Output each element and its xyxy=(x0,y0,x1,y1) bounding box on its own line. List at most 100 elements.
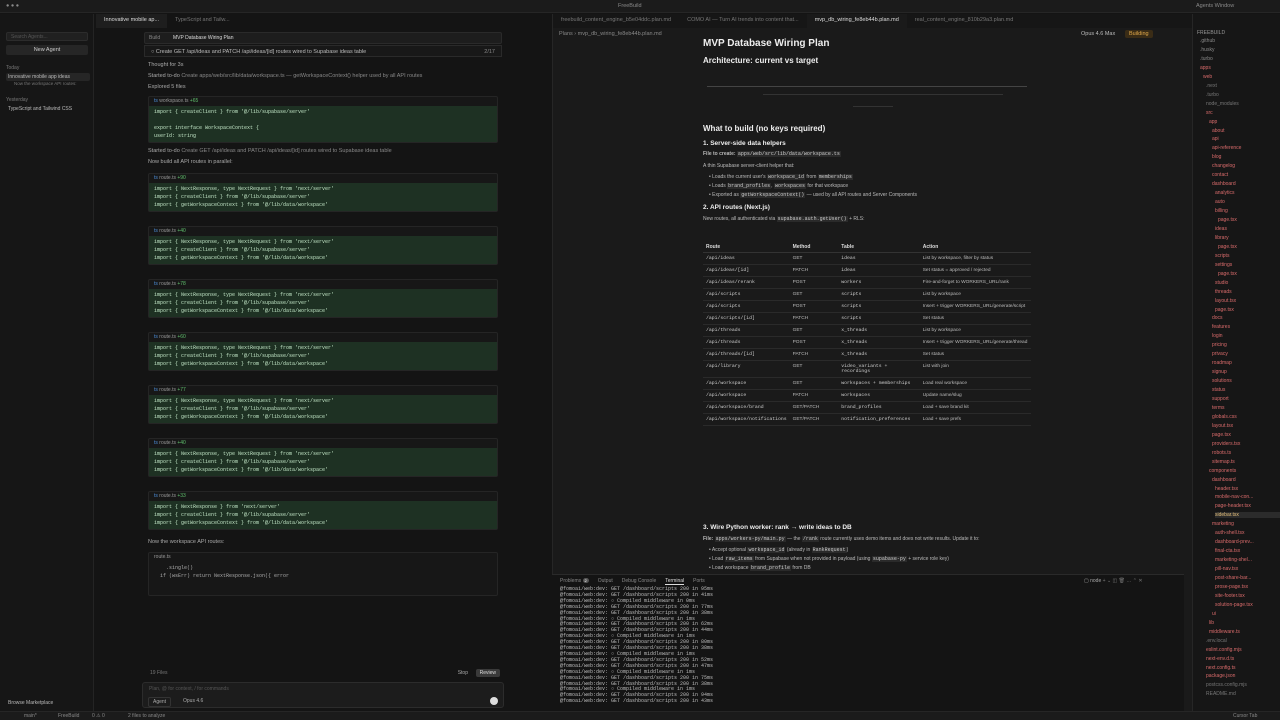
explorer-item[interactable]: globals.css xyxy=(1212,414,1280,420)
explorer-item[interactable]: .next xyxy=(1206,83,1280,89)
chat-composer[interactable]: Plan, @ for context, / for commands Agen… xyxy=(142,682,504,708)
explorer-item[interactable]: marketing-shel... xyxy=(1215,557,1280,563)
sidebar-item-today[interactable]: Innovative mobile app ideas xyxy=(6,73,90,81)
tab-debug-console[interactable]: Debug Console xyxy=(622,578,656,585)
agent-mode-button[interactable]: Agent xyxy=(148,697,172,707)
tab-ports[interactable]: Ports xyxy=(693,578,705,585)
explorer-item[interactable]: status xyxy=(1212,387,1280,393)
explorer-item[interactable]: ideas xyxy=(1215,226,1280,232)
explorer-item[interactable]: pill-nav.tsx xyxy=(1215,566,1280,572)
stop-button[interactable]: Stop xyxy=(458,670,468,676)
chat-tab-2[interactable]: TypeScript and Tailw... xyxy=(167,14,238,28)
explorer-item[interactable]: robots.ts xyxy=(1212,450,1280,456)
review-button[interactable]: Review xyxy=(475,669,500,677)
tab-output[interactable]: Output xyxy=(598,578,613,585)
files-count[interactable]: 19 Files xyxy=(150,670,168,676)
current-todo[interactable]: ○ Create GET /api/ideas and PATCH /api/i… xyxy=(144,45,502,57)
explorer-item[interactable]: solutions xyxy=(1212,378,1280,384)
sidebar-item-yesterday[interactable]: TypeScript and Tailwind CSS xyxy=(6,105,90,113)
window-controls[interactable]: ● ● ● xyxy=(6,3,19,9)
explorer-item[interactable]: layout.tsx xyxy=(1212,423,1280,429)
code-card[interactable]: ts route.ts +90 import { NextResponse, ty… xyxy=(148,173,498,212)
explorer-item[interactable]: page.tsx xyxy=(1218,271,1280,277)
explorer-item[interactable]: billing xyxy=(1215,208,1280,214)
explorer-item[interactable]: api-reference xyxy=(1212,145,1280,151)
explorer-item[interactable]: docs xyxy=(1212,315,1280,321)
explorer-item[interactable]: library xyxy=(1215,235,1280,241)
explorer-item[interactable]: contact xyxy=(1212,172,1280,178)
explorer-item[interactable]: lib xyxy=(1209,620,1280,626)
editor-tab-3[interactable]: mvp_db_wiring_fe8eb44b.plan.md xyxy=(806,14,907,28)
send-button[interactable] xyxy=(490,697,498,705)
code-card[interactable]: ts route.ts +40 import { NextResponse, ty… xyxy=(148,226,498,265)
explorer-item[interactable]: page.tsx xyxy=(1218,244,1280,250)
problems-status[interactable]: 0 ⚠ 0 xyxy=(92,713,105,719)
explored-line[interactable]: Explored 5 files xyxy=(148,84,186,90)
explorer-item[interactable]: changelog xyxy=(1212,163,1280,169)
explorer-item[interactable]: page.tsx xyxy=(1215,307,1280,313)
model-selector[interactable]: Opus 4.6 xyxy=(183,698,203,704)
explorer-item[interactable]: blog xyxy=(1212,154,1280,160)
explorer-item[interactable]: sitemap.ts xyxy=(1212,459,1280,465)
explorer-item[interactable]: header.tsx xyxy=(1215,486,1280,492)
code-card[interactable]: ts route.ts +40 import { NextResponse, ty… xyxy=(148,438,498,477)
explorer-item[interactable]: README.md xyxy=(1206,691,1280,697)
thought-line[interactable]: Thought for 3s xyxy=(148,62,183,68)
code-card[interactable]: ts route.ts +60 import { NextResponse, ty… xyxy=(148,332,498,371)
explorer-item[interactable]: .github xyxy=(1200,38,1280,44)
browse-marketplace-link[interactable]: Browse Marketplace xyxy=(6,699,90,707)
explorer-item[interactable]: signup xyxy=(1212,369,1280,375)
explorer-item[interactable]: src xyxy=(1206,110,1280,116)
tab-terminal[interactable]: Terminal xyxy=(665,578,685,585)
explorer-item[interactable]: sidebar.tsx xyxy=(1215,512,1280,519)
explorer-item[interactable]: marketing xyxy=(1212,521,1280,527)
explorer-item[interactable]: about xyxy=(1212,128,1280,134)
explorer-item[interactable]: mobile-nav-con... xyxy=(1215,494,1280,500)
code-card[interactable]: ts route.ts +77 import { NextResponse, ty… xyxy=(148,385,498,424)
chat-tab-1[interactable]: Innovative mobile ap... xyxy=(96,14,168,28)
explorer-item[interactable]: studio xyxy=(1215,280,1280,286)
explorer-item[interactable]: components xyxy=(1209,468,1280,474)
explorer-item[interactable]: analytics xyxy=(1215,190,1280,196)
code-card[interactable]: ts route.ts +78 import { NextResponse, ty… xyxy=(148,279,498,318)
editor-tab-4[interactable]: real_content_engine_810b29a3.plan.md xyxy=(907,14,1021,28)
explorer-item[interactable]: final-cta.tsx xyxy=(1215,548,1280,554)
terminal-output[interactable]: @fomoai/web:dev: GET /dashboard/scripts … xyxy=(560,586,713,705)
explorer-item[interactable]: post-share-bar... xyxy=(1215,575,1280,581)
explorer-item[interactable]: page.tsx xyxy=(1218,217,1280,223)
explorer-item[interactable]: next.config.ts xyxy=(1206,665,1280,671)
explorer-item[interactable]: node_modules xyxy=(1206,101,1280,107)
explorer-item[interactable]: .husky xyxy=(1200,47,1280,53)
explorer-item[interactable]: eslint.config.mjs xyxy=(1206,647,1280,653)
explorer-item[interactable]: next-env.d.ts xyxy=(1206,656,1280,662)
explorer-item[interactable]: auth-shell.tsx xyxy=(1215,530,1280,536)
code-card-partial[interactable]: route.ts .single() if (wsErr) return Nex… xyxy=(148,552,498,596)
explorer-item[interactable]: app xyxy=(1209,119,1280,125)
model-label[interactable]: Opus 4.6 Max xyxy=(1081,31,1115,37)
editor-tab-2[interactable]: COMO AI — Turn AI trends into content th… xyxy=(679,14,807,28)
explorer-item[interactable]: .turbo xyxy=(1200,56,1280,62)
search-agents-input[interactable]: Search Agents... xyxy=(6,32,88,41)
plan-header[interactable]: Build MVP Database Wiring Plan xyxy=(144,32,502,44)
explorer-item[interactable]: providers.tsx xyxy=(1212,441,1280,447)
explorer-item[interactable]: solution-page.tsx xyxy=(1215,602,1280,608)
explorer-item[interactable]: settings xyxy=(1215,262,1280,268)
explorer-item[interactable]: scripts xyxy=(1215,253,1280,259)
shell-selector[interactable]: ▢ node + ⌄ ◫ 🗑 … ⌃ ✕ xyxy=(1084,578,1143,584)
explorer-item[interactable]: support xyxy=(1212,396,1280,402)
explorer-item[interactable]: .env.local xyxy=(1206,638,1280,644)
explorer-item[interactable]: layout.tsx xyxy=(1215,298,1280,304)
explorer-item[interactable]: api xyxy=(1212,136,1280,142)
explorer-item[interactable]: pricing xyxy=(1212,342,1280,348)
composer-input[interactable]: Plan, @ for context, / for commands xyxy=(149,686,229,692)
explorer-item[interactable]: dashboard-prev... xyxy=(1215,539,1280,545)
explorer-item[interactable]: auto xyxy=(1215,199,1280,205)
explorer-item[interactable]: login xyxy=(1212,333,1280,339)
building-badge[interactable]: Building xyxy=(1125,30,1153,38)
code-card[interactable]: ts route.ts +33 import { NextResponse } f… xyxy=(148,491,498,530)
explorer-item[interactable]: postcss.config.mjs xyxy=(1206,682,1280,688)
explorer-item[interactable]: dashboard xyxy=(1212,477,1280,483)
new-agent-button[interactable]: New Agent xyxy=(6,45,88,55)
explorer-item[interactable]: page.tsx xyxy=(1212,432,1280,438)
explorer-item[interactable]: page-header.tsx xyxy=(1215,503,1280,509)
